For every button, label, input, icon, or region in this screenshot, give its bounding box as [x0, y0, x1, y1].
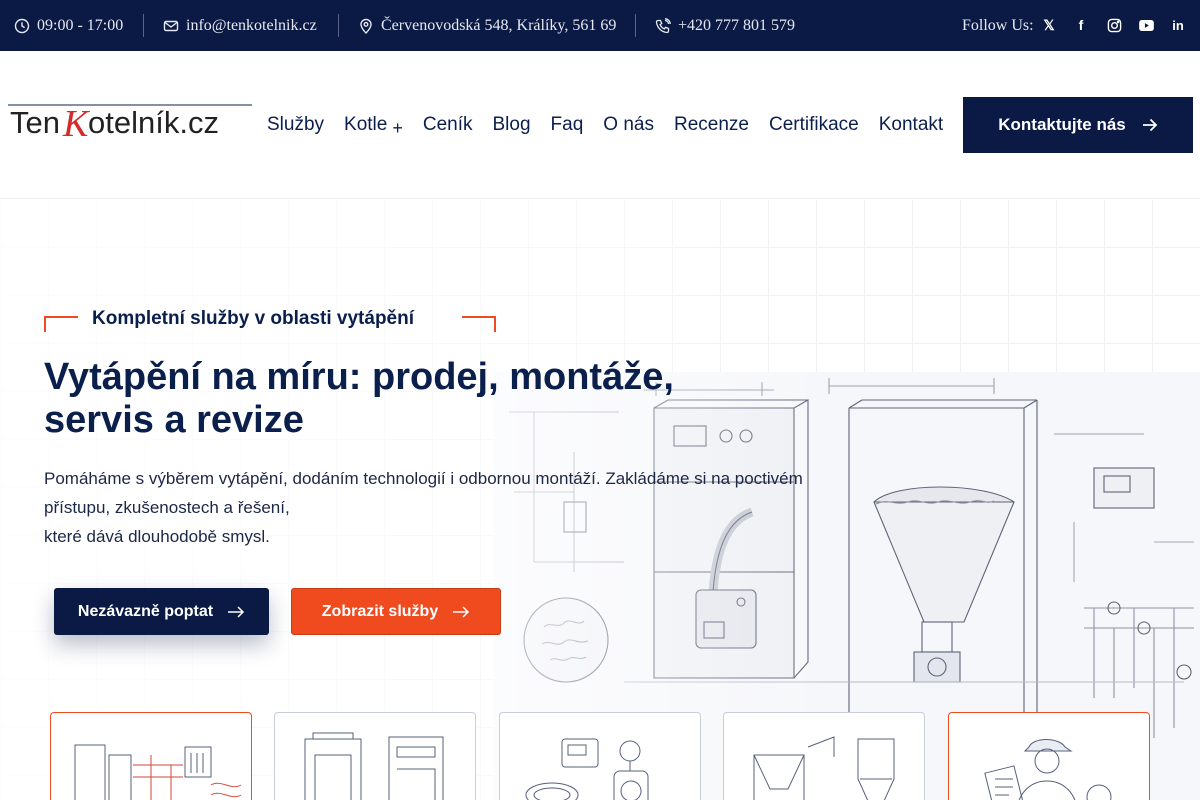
facebook-icon[interactable]: f: [1070, 14, 1092, 36]
youtube-icon[interactable]: [1135, 14, 1157, 36]
site-header: Ten K otelník.cz Služby Kotle + Ceník Blo…: [0, 51, 1200, 199]
instagram-icon[interactable]: [1103, 14, 1125, 36]
address-text: Červenovodská 548, Králíky, 561 69: [381, 16, 617, 34]
phone-text[interactable]: +420 777 801 579: [678, 17, 795, 35]
hero-eyebrow-text: Kompletní služby v oblasti vytápění: [92, 308, 415, 329]
service-cards: [50, 712, 1150, 800]
linkedin-icon[interactable]: in: [1167, 14, 1189, 36]
arrow-right-icon: [228, 605, 245, 618]
opening-hours: 09:00 - 17:00: [14, 0, 123, 51]
mail-icon: [163, 20, 179, 31]
follow-us-label: Follow Us:: [962, 16, 1034, 34]
service-card-controls[interactable]: [499, 712, 701, 800]
hero-description-line-3: které dává dlouhodobě smysl.: [44, 527, 270, 546]
location-pin-icon: [360, 18, 372, 34]
contact-us-button[interactable]: Kontaktujte nás: [963, 97, 1193, 153]
x-twitter-icon[interactable]: 𝕏: [1038, 14, 1060, 36]
nav-item-kontakt[interactable]: Kontakt: [879, 114, 943, 136]
opening-hours-text: 09:00 - 17:00: [37, 16, 124, 34]
nav-item-certifikace[interactable]: Certifikace: [769, 114, 859, 136]
nav-item-recenze[interactable]: Recenze: [674, 114, 749, 136]
request-quote-button[interactable]: Nezávazně poptat: [54, 588, 269, 635]
contact-us-label: Kontaktujte nás: [998, 115, 1126, 134]
nav-item-faq[interactable]: Faq: [551, 114, 584, 136]
nav-item-cenik[interactable]: Ceník: [423, 114, 473, 136]
hero-description-line-2: přístupu, zkušenostech a řešení,: [44, 498, 290, 517]
service-card-service-technician[interactable]: [948, 712, 1150, 800]
site-logo[interactable]: Ten K otelník.cz: [8, 103, 252, 139]
address: Červenovodská 548, Králíky, 561 69: [358, 0, 616, 51]
divider: [143, 14, 144, 37]
arrow-right-icon: [1142, 118, 1158, 132]
top-info-bar: 09:00 - 17:00 info@tenkotelnik.cz Červen…: [0, 0, 1200, 51]
email-text[interactable]: info@tenkotelnik.cz: [186, 17, 317, 35]
boilers-sketch-icon: [304, 732, 444, 800]
hero-eyebrow: Kompletní služby v oblasti vytápění: [44, 308, 496, 332]
divider: [338, 14, 339, 37]
bracket-left-decoration: [44, 316, 78, 332]
plus-icon: +: [392, 118, 403, 138]
hero-title-line-1: Vytápění na míru: prodej, montáže,: [44, 356, 674, 398]
service-card-hoppers[interactable]: [723, 712, 925, 800]
bracket-right-decoration: [462, 316, 496, 332]
email-link[interactable]: info@tenkotelnik.cz: [163, 0, 317, 51]
hero-description-line-1: Pomáháme s výběrem vytápění, dodáním tec…: [44, 469, 803, 488]
hero-description: Pomáháme s výběrem vytápění, dodáním tec…: [44, 464, 824, 551]
controls-pump-sketch-icon: [525, 738, 649, 800]
main-navigation: Služby Kotle + Ceník Blog Faq O nás Recen…: [267, 114, 963, 138]
svg-text:Ten: Ten: [10, 105, 60, 139]
nav-item-blog[interactable]: Blog: [493, 114, 531, 136]
phone-icon: [655, 17, 671, 33]
svg-text:K: K: [62, 103, 90, 139]
divider: [635, 14, 636, 37]
service-card-heating-system[interactable]: [50, 712, 252, 800]
nav-item-o-nas[interactable]: O nás: [603, 114, 654, 136]
pellet-hopper-sketch-icon: [753, 736, 895, 800]
show-services-label: Zobrazit služby: [321, 602, 439, 620]
hero-section: Kompletní služby v oblasti vytápění Vytá…: [0, 200, 1200, 800]
request-quote-label: Nezávazně poptat: [77, 602, 214, 620]
svg-text:otelník.cz: otelník.cz: [88, 105, 219, 139]
phone-link[interactable]: +420 777 801 579: [655, 0, 795, 51]
clock-icon: [14, 18, 30, 33]
nav-item-kotle[interactable]: Kotle +: [344, 114, 403, 138]
service-card-boilers[interactable]: [274, 712, 476, 800]
nav-item-sluzby[interactable]: Služby: [267, 114, 324, 136]
hero-title-line-2: servis a revize: [44, 399, 304, 441]
show-services-button[interactable]: Zobrazit služby: [291, 588, 501, 635]
hero-title: Vytápění na míru: prodej, montáže, servi…: [44, 356, 744, 442]
arrow-right-icon: [453, 605, 470, 618]
heating-system-sketch-icon: [74, 744, 242, 800]
technician-sketch-icon: [984, 739, 1112, 800]
